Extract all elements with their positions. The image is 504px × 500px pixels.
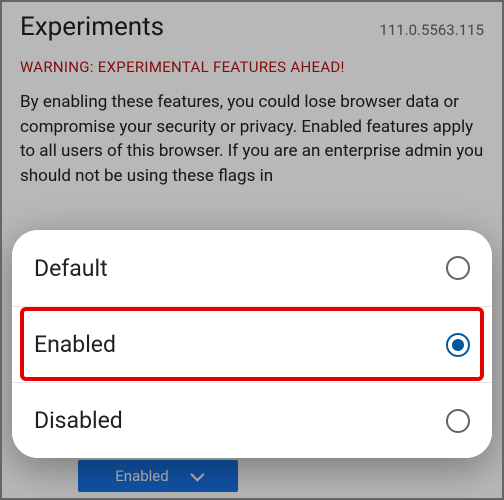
option-default[interactable]: Default [12,230,492,306]
options-sheet: Default Enabled Disabled [12,230,492,458]
radio-checked-icon [446,333,470,357]
option-label: Default [34,255,108,282]
option-label: Disabled [34,407,123,434]
option-enabled[interactable]: Enabled [12,306,492,382]
option-label: Enabled [34,331,116,358]
option-disabled[interactable]: Disabled [12,382,492,458]
radio-unchecked-icon [446,256,470,280]
radio-unchecked-icon [446,409,470,433]
